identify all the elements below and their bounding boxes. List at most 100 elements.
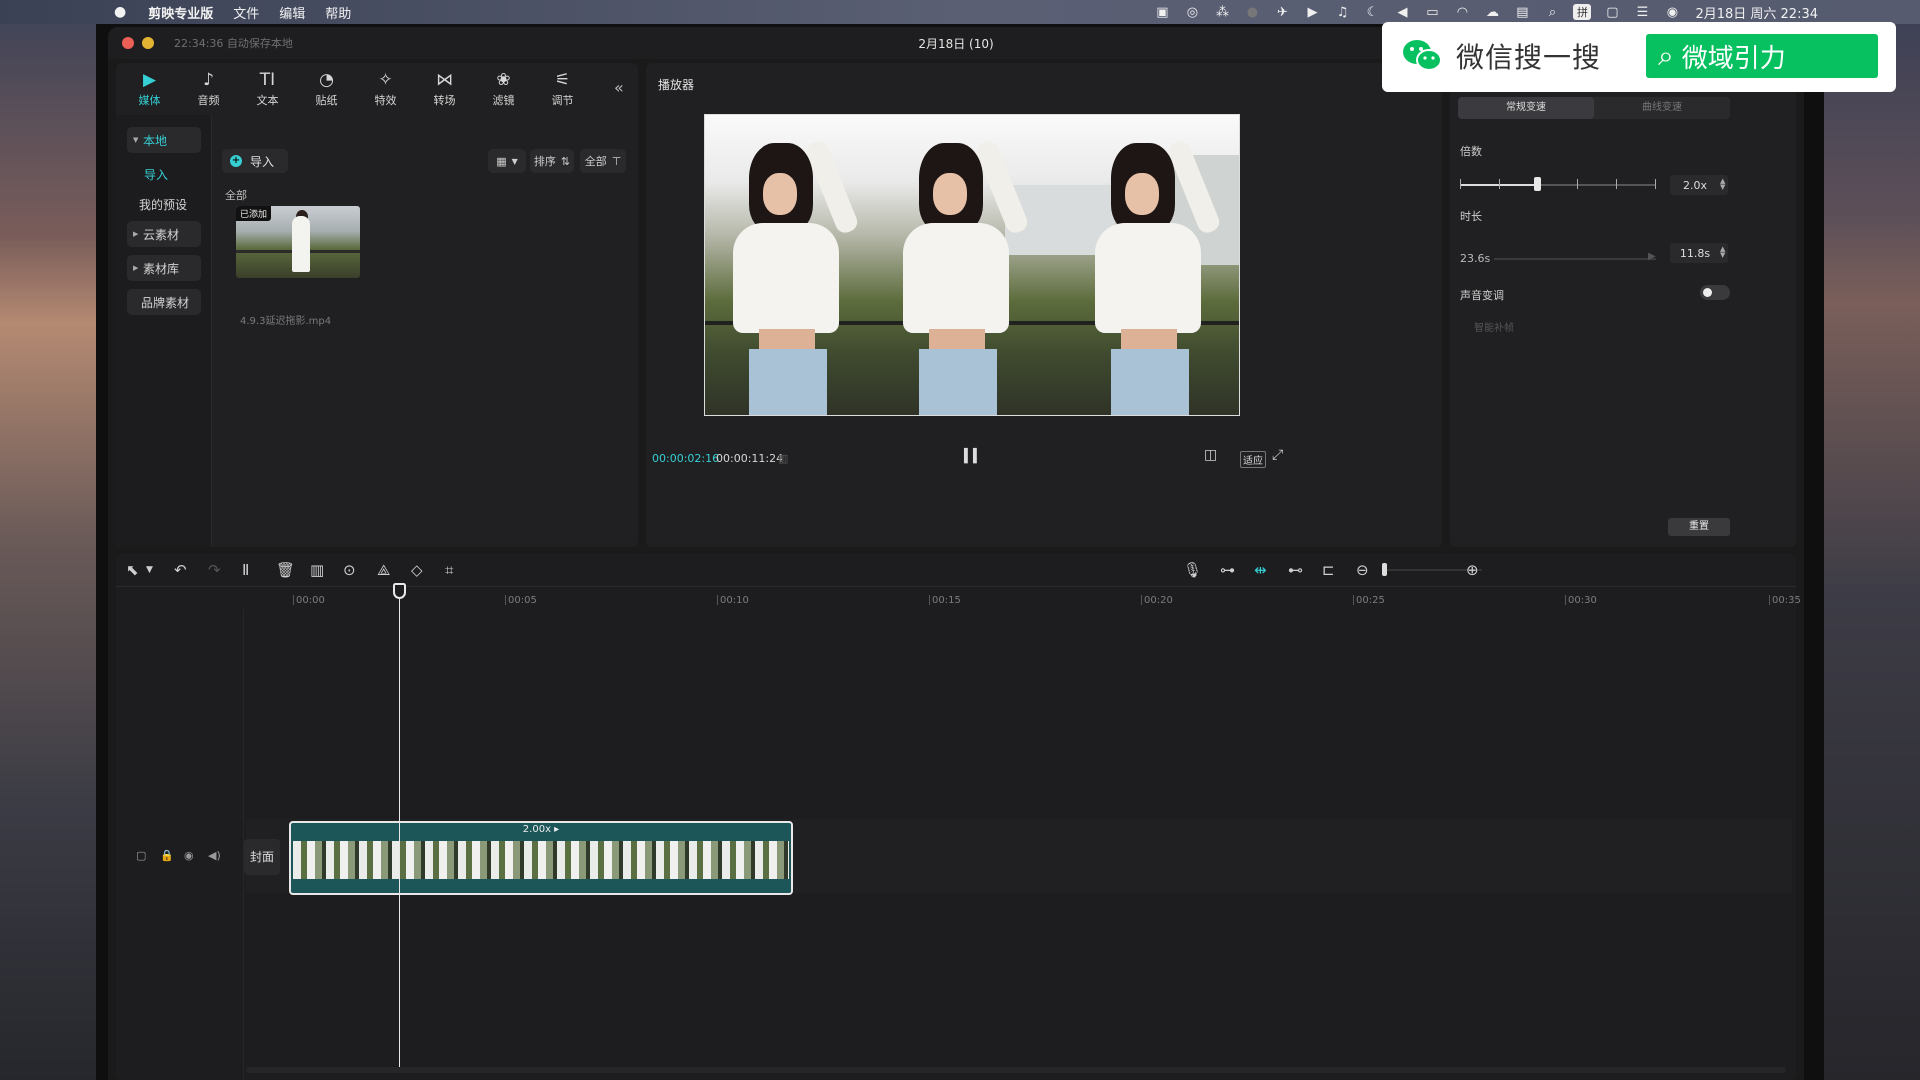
wechat-search-button[interactable]: ⌕ 微域引力 — [1646, 34, 1878, 78]
pitch-change-toggle[interactable] — [1700, 285, 1730, 300]
sort-button[interactable]: 排序 ⇅ — [530, 149, 574, 173]
cluster-icon[interactable]: ⁂ — [1207, 5, 1237, 20]
video-preview[interactable] — [704, 114, 1240, 416]
import-label: 导入 — [250, 154, 275, 169]
duration-stepper[interactable]: ▲ ▼ — [1720, 246, 1725, 259]
search-icon[interactable]: ⌕ — [1537, 5, 1567, 20]
media-thumbnail[interactable]: 已添加 — [236, 206, 360, 278]
app-window: 22:34:36 自动保存本地 2月18日 (10) ▶ 媒体 ♪ 音频 TI 文本 … — [108, 27, 1804, 1080]
wechat-icon[interactable]: ☁ — [1477, 5, 1507, 20]
grid-icon[interactable]: ▥ — [778, 452, 788, 465]
smart-frame-option: 智能补帧 — [1474, 323, 1514, 334]
battery-icon[interactable]: ▭ — [1417, 5, 1447, 20]
app-menu[interactable]: 剪映专业版 — [148, 3, 213, 22]
chevron-down-icon[interactable]: ▼ — [146, 565, 153, 575]
screen-record-icon[interactable]: ▣ — [1147, 5, 1177, 20]
apple-icon[interactable]: ● — [114, 4, 126, 20]
menu-edit[interactable]: 编辑 — [279, 3, 305, 22]
cover-button[interactable]: 封面 — [244, 839, 280, 875]
screenshot-icon[interactable]: ◫ — [1204, 447, 1217, 463]
moon-icon[interactable]: ☾ — [1357, 5, 1387, 20]
speed-mode-tabs: 常规变速 曲线变速 — [1458, 97, 1730, 119]
import-button[interactable]: + 导入 — [222, 149, 288, 173]
rotate-icon[interactable]: ◇ — [411, 561, 423, 579]
tab-normal-speed[interactable]: 常规变速 — [1458, 97, 1594, 119]
delete-icon[interactable]: 🗑 — [276, 561, 295, 579]
reverse-play-icon[interactable]: ⊙ — [343, 561, 356, 579]
volume-icon[interactable]: ◀ — [1387, 5, 1417, 20]
siri-icon[interactable]: ◉ — [1657, 5, 1687, 20]
control-center-icon[interactable]: ☰ — [1627, 5, 1657, 20]
auto-snap-icon[interactable]: ⇹ — [1254, 561, 1267, 579]
multiplier-value: 2.0x — [1682, 178, 1707, 192]
timeline-toolbar: ⬉ ▼ ↶ ↷ Ⅱ 🗑 ▥ ⊙ ⟁ ◇ ⌗ 🎙 ⊶ ⇹ ⊷ ⊏ ⊖ ⊕ — [116, 553, 1796, 587]
fit-ratio-button[interactable]: 适应 — [1240, 451, 1266, 468]
input-method-icon[interactable]: 拼 — [1573, 4, 1592, 20]
pause-button[interactable]: ▍▍ — [964, 449, 983, 464]
sidebar-item-cloud[interactable]: ▶ 云素材 — [127, 221, 201, 247]
freeze-icon[interactable]: ▥ — [310, 561, 324, 579]
track-toggle-icon[interactable]: ▢ — [136, 849, 146, 862]
sidebar-item-presets[interactable]: 我的预设 — [139, 196, 187, 213]
tab-audio[interactable]: ♪ 音频 — [179, 63, 238, 115]
split-icon[interactable]: Ⅱ — [242, 561, 249, 579]
bell-icon[interactable]: ♫ — [1327, 5, 1357, 20]
sidebar-item-brand[interactable]: 品牌素材 — [127, 289, 201, 315]
mirror-icon[interactable]: ⟁ — [377, 561, 390, 579]
timeline-ruler[interactable]: 00:00 00:05 00:10 00:15 00:20 00:25 00:3… — [116, 587, 1801, 609]
collapse-panel-icon[interactable]: « — [614, 78, 624, 97]
caret-icon: ▼ — [133, 136, 139, 144]
reset-button[interactable]: 重置 — [1668, 518, 1730, 536]
zoom-slider-handle[interactable] — [1382, 563, 1387, 576]
slider-tick — [1460, 179, 1461, 189]
zoom-in-icon[interactable]: ⊕ — [1466, 561, 1479, 579]
desktop-background-left — [0, 0, 96, 1080]
menu-help[interactable]: 帮助 — [325, 3, 351, 22]
tab-label: 滤镜 — [492, 93, 515, 107]
view-mode-button[interactable]: ▦ ▼ — [488, 149, 526, 173]
tab-label: 文本 — [256, 93, 279, 107]
fullscreen-icon[interactable]: ⤢ — [1272, 447, 1283, 463]
speaker-icon[interactable]: ◀) — [208, 849, 221, 862]
vpn-icon[interactable]: ◎ — [1177, 5, 1207, 20]
tab-sticker[interactable]: ◔ 贴纸 — [297, 63, 356, 115]
sidebar-item-local[interactable]: ▼ 本地 — [127, 127, 201, 153]
dancer-figure — [881, 138, 1031, 415]
multiplier-slider-handle[interactable] — [1534, 177, 1541, 191]
multiplier-stepper[interactable]: ▲ ▼ — [1720, 178, 1725, 191]
preview-axis-icon[interactable]: ⊏ — [1322, 561, 1335, 579]
eye-icon[interactable]: ◉ — [184, 849, 194, 862]
video-clip[interactable]: 2.00x ▸ — [289, 821, 793, 895]
link-icon[interactable]: ⊷ — [1288, 561, 1303, 579]
tab-filter[interactable]: ❀ 滤镜 — [474, 63, 533, 115]
photo-icon[interactable]: ▤ — [1507, 5, 1537, 20]
zoom-out-icon[interactable]: ⊖ — [1356, 561, 1369, 579]
tab-curve-speed[interactable]: 曲线变速 — [1594, 97, 1730, 119]
clock[interactable]: 2月18日 周六 22:34 — [1695, 3, 1818, 22]
crop-icon[interactable]: ⌗ — [445, 561, 453, 579]
undo-icon[interactable]: ↶ — [174, 561, 187, 579]
timeline-scrollbar[interactable] — [246, 1067, 1786, 1073]
playhead-handle[interactable] — [393, 583, 406, 599]
airplane-icon[interactable]: ✈ — [1267, 5, 1297, 20]
filter-button[interactable]: 全部 ⊤ — [580, 149, 626, 173]
tab-effects[interactable]: ✧ 特效 — [356, 63, 415, 115]
main-track-magnet-icon[interactable]: ⊶ — [1220, 561, 1235, 579]
wifi-icon[interactable]: ◠ — [1447, 5, 1477, 20]
playhead[interactable] — [399, 593, 400, 1069]
tab-media[interactable]: ▶ 媒体 — [120, 63, 179, 115]
screen-icon[interactable]: ▢ — [1597, 5, 1627, 20]
player-icon[interactable]: ▶ — [1297, 5, 1327, 20]
sidebar-item-library[interactable]: ▶ 素材库 — [127, 255, 201, 281]
lock-icon[interactable]: 🔒 — [160, 849, 174, 862]
dim-icon[interactable]: ● — [1237, 5, 1267, 20]
tab-adjust[interactable]: ⚟ 调节 — [533, 63, 592, 115]
menu-file[interactable]: 文件 — [233, 3, 259, 22]
select-tool-icon[interactable]: ⬉ — [126, 561, 139, 579]
speed-properties-panel: 常规变速 曲线变速 倍数 2.0x ▲ ▼ 时长 23.6s ▶ 11.8s ▲ ▼… — [1450, 63, 1796, 547]
tab-text[interactable]: TI 文本 — [238, 63, 297, 115]
microphone-icon[interactable]: 🎙 — [1183, 561, 1202, 579]
sidebar-item-import[interactable]: 导入 — [144, 166, 168, 183]
redo-icon[interactable]: ↷ — [208, 561, 221, 579]
tab-transition[interactable]: ⋈ 转场 — [415, 63, 474, 115]
